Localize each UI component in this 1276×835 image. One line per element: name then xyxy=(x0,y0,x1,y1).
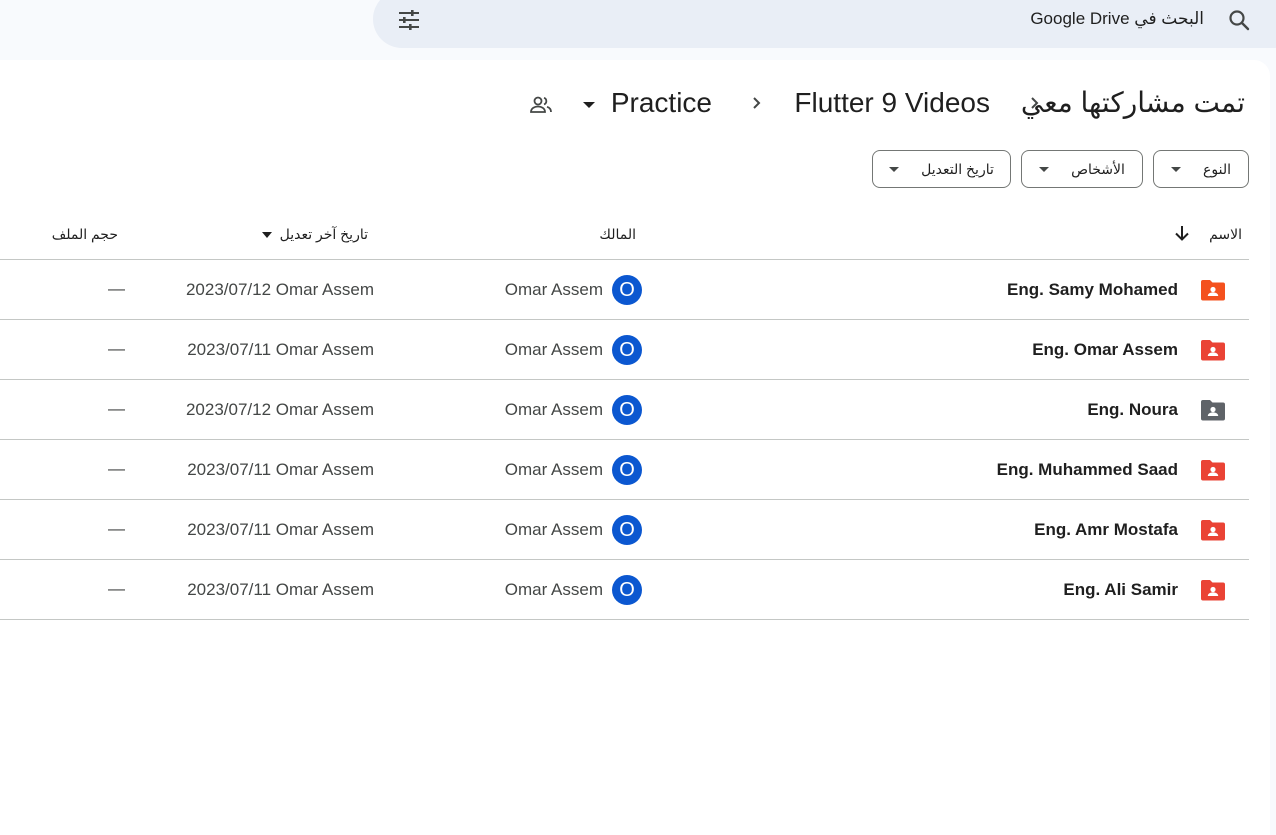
file-size: — xyxy=(108,279,125,298)
avatar: O xyxy=(612,275,642,305)
file-list-panel: تمت مشاركتها معي Flutter 9 Videos Practi… xyxy=(0,60,1270,835)
breadcrumb-shared-with-me[interactable]: تمت مشاركتها معي xyxy=(1021,85,1245,121)
breadcrumb-flutter-folder[interactable]: Flutter 9 Videos xyxy=(794,85,990,121)
owner-name: Omar Assem xyxy=(504,400,603,419)
table-row[interactable]: Eng. Noura O Omar Assem 2023/07/12 Omar … xyxy=(0,379,1249,439)
file-list: Eng. Samy Mohamed O Omar Assem 2023/07/1… xyxy=(0,259,1249,620)
owner-name: Omar Assem xyxy=(504,340,603,359)
shared-folder-icon xyxy=(1201,340,1225,361)
table-row[interactable]: Eng. Amr Mostafa O Omar Assem 2023/07/11… xyxy=(0,499,1249,559)
filter-modified-label: تاريخ التعديل xyxy=(921,160,994,177)
dropdown-arrow-icon xyxy=(1171,166,1182,172)
column-header-owner[interactable]: المالك xyxy=(599,226,636,243)
shared-people-icon[interactable] xyxy=(529,93,553,117)
table-row[interactable]: Eng. Muhammed Saad O Omar Assem 2023/07/… xyxy=(0,439,1249,499)
folder-menu-dropdown-icon[interactable] xyxy=(581,100,597,110)
shared-folder-icon xyxy=(1201,520,1225,541)
dropdown-arrow-icon xyxy=(261,231,272,238)
file-size: — xyxy=(108,579,125,598)
avatar: O xyxy=(612,455,642,485)
last-modified: 2023/07/11 Omar Assem xyxy=(187,460,374,479)
search-options-icon[interactable] xyxy=(397,8,421,32)
table-row[interactable]: Eng. Omar Assem O Omar Assem 2023/07/11 … xyxy=(0,319,1249,379)
breadcrumb-current-folder[interactable]: Practice xyxy=(611,85,712,121)
last-modified: 2023/07/12 Omar Assem xyxy=(185,280,374,299)
table-row[interactable]: Eng. Ali Samir O Omar Assem 2023/07/11 O… xyxy=(0,559,1249,620)
last-modified: 2023/07/12 Omar Assem xyxy=(185,400,374,419)
column-header-last-modified-label: تاريخ آخر تعديل xyxy=(279,226,368,242)
filter-type-label: النوع xyxy=(1203,160,1231,177)
file-size: — xyxy=(108,519,125,538)
table-row[interactable]: Eng. Samy Mohamed O Omar Assem 2023/07/1… xyxy=(0,259,1249,319)
avatar: O xyxy=(612,575,642,605)
shared-folder-icon xyxy=(1201,580,1225,601)
owner-name: Omar Assem xyxy=(504,280,603,299)
shared-folder-icon xyxy=(1201,280,1225,301)
owner-name: Omar Assem xyxy=(504,580,603,599)
owner-name: Omar Assem xyxy=(504,460,603,479)
filter-people-chip[interactable]: الأشخاص xyxy=(1021,150,1143,188)
breadcrumb-chevron-icon xyxy=(753,97,761,109)
shared-folder-icon xyxy=(1201,400,1225,421)
breadcrumb-chevron-icon xyxy=(1031,97,1039,109)
dropdown-arrow-icon xyxy=(889,166,900,172)
file-name[interactable]: Eng. Amr Mostafa xyxy=(1034,520,1178,540)
filter-type-chip[interactable]: النوع xyxy=(1153,150,1249,188)
last-modified: 2023/07/11 Omar Assem xyxy=(187,520,374,539)
avatar: O xyxy=(612,395,642,425)
avatar: O xyxy=(612,335,642,365)
column-header-last-modified[interactable]: تاريخ آخر تعديل xyxy=(261,226,368,243)
file-name[interactable]: Eng. Noura xyxy=(1087,400,1178,420)
column-header-file-size[interactable]: حجم الملف xyxy=(52,226,118,243)
file-name[interactable]: Eng. Samy Mohamed xyxy=(1007,280,1178,300)
filter-people-label: الأشخاص xyxy=(1071,160,1125,177)
last-modified: 2023/07/11 Omar Assem xyxy=(187,580,374,599)
shared-folder-icon xyxy=(1201,460,1225,481)
file-name[interactable]: Eng. Muhammed Saad xyxy=(997,460,1178,480)
filter-modified-chip[interactable]: تاريخ التعديل xyxy=(872,150,1011,188)
file-size: — xyxy=(108,399,125,418)
search-input[interactable]: البحث في Google Drive xyxy=(1030,9,1204,29)
column-header-name[interactable]: الاسم xyxy=(1209,226,1242,243)
search-icon[interactable] xyxy=(1227,8,1251,32)
file-name[interactable]: Eng. Omar Assem xyxy=(1032,340,1178,360)
last-modified: 2023/07/11 Omar Assem xyxy=(187,340,374,359)
file-size: — xyxy=(108,459,125,478)
avatar: O xyxy=(612,515,642,545)
file-name[interactable]: Eng. Ali Samir xyxy=(1063,580,1178,600)
file-size: — xyxy=(108,339,125,358)
owner-name: Omar Assem xyxy=(504,520,603,539)
dropdown-arrow-icon xyxy=(1039,166,1050,172)
sort-direction-arrow-icon[interactable] xyxy=(1173,224,1191,242)
